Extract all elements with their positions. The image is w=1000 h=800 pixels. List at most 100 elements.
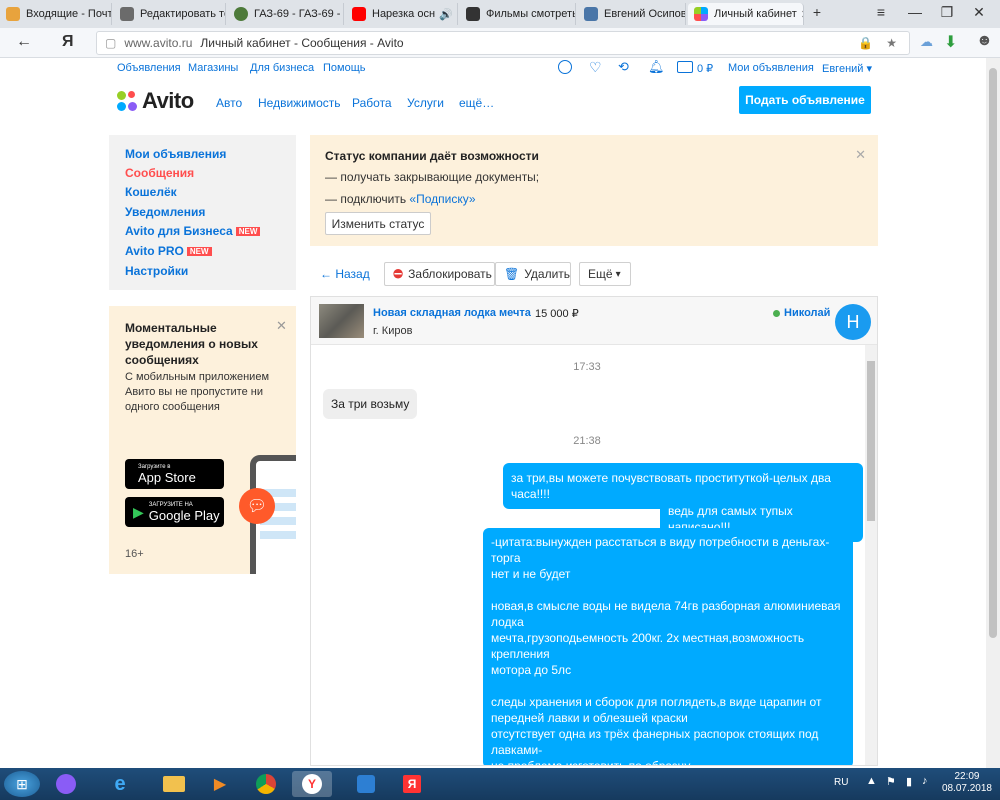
header-nav-services[interactable]: Услуги	[407, 96, 444, 110]
sidebar-item-settings[interactable]: Настройки	[125, 264, 188, 278]
status-title: Статус компании даёт возможности	[325, 149, 539, 163]
ad-title[interactable]: Новая складная лодка мечта	[373, 307, 531, 319]
browser-tab-2[interactable]: Редактировать тем	[114, 3, 226, 25]
nav-link-ads[interactable]: Объявления	[117, 62, 181, 74]
header-nav-realty[interactable]: Недвижимость	[258, 96, 341, 110]
sidebar-item-notifications[interactable]: Уведомления	[125, 205, 205, 219]
avito-logo[interactable]: Avito	[116, 88, 194, 114]
flag-icon[interactable]: ⚑	[886, 775, 896, 788]
profile-icon[interactable]: ☻	[976, 32, 993, 50]
folder-icon[interactable]	[154, 771, 194, 797]
browser-tab-3[interactable]: ГАЗ-69 - ГАЗ-69 -	[228, 3, 344, 25]
ad-header[interactable]: Новая складная лодка мечта 15 000 ₽ г. К…	[311, 297, 877, 345]
promo-description: С мобильным приложением Авито вы не проп…	[125, 371, 270, 413]
windows-icon: ⊞	[16, 775, 28, 792]
nav-link-help[interactable]: Помощь	[323, 62, 366, 74]
header-nav-auto[interactable]: Авто	[216, 96, 242, 110]
volume-icon[interactable]: ♪	[922, 775, 928, 787]
wallet-icon[interactable]	[677, 61, 693, 73]
media-player-icon[interactable]: ▶	[200, 771, 240, 797]
message-list: 17:33 За три возьму 21:38 за три,вы може…	[311, 345, 863, 765]
bookmark-star-icon[interactable]: ★	[886, 36, 897, 50]
yandex-icon[interactable]: Я	[62, 33, 74, 51]
sidebar-item-business[interactable]: Avito для Бизнеса NEW	[125, 224, 261, 238]
yandex-browser-icon[interactable]: Y	[292, 771, 332, 797]
browser-tab-6[interactable]: Евгений Осипов	[578, 3, 686, 25]
message-line: новая,в смысле воды не видела 74гв разбо…	[491, 599, 841, 629]
system-clock[interactable]: 22:09 08.07.2018	[942, 771, 992, 795]
chat-scrollbar[interactable]	[865, 345, 877, 765]
messages-icon[interactable]	[558, 60, 572, 74]
download-icon[interactable]: ⬇	[944, 32, 957, 52]
maximize-icon[interactable]: ❐	[936, 4, 958, 21]
tab-label: Евгений Осипов	[604, 8, 686, 20]
browser-tab-4[interactable]: Нарезка осн 🔊	[346, 3, 458, 25]
new-badge: NEW	[235, 227, 261, 237]
favorites-heart-icon[interactable]: ♡	[589, 59, 602, 76]
hd-icon	[466, 7, 480, 21]
tab-label: Личный кабинет	[714, 8, 797, 20]
nav-link-shops[interactable]: Магазины	[188, 62, 238, 74]
alice-icon[interactable]	[46, 771, 86, 797]
cloud-icon[interactable]: ☁	[920, 34, 933, 50]
lock-icon[interactable]: 🔒	[858, 36, 873, 50]
my-ads-link[interactable]: Мои объявления	[728, 62, 814, 74]
new-tab-icon[interactable]: +	[806, 4, 828, 20]
page-scrollbar[interactable]	[986, 58, 1000, 768]
yandex-app-icon[interactable]: Я	[392, 771, 432, 797]
network-icon[interactable]: ▮	[906, 775, 912, 788]
saved-search-icon[interactable]: ⟲	[618, 59, 629, 75]
scrollbar-thumb[interactable]	[989, 68, 997, 638]
delete-button[interactable]: 🗑︎ Удалить	[495, 262, 571, 286]
wallet-balance[interactable]: 0 ₽	[697, 62, 713, 75]
close-icon[interactable]: ✕	[276, 318, 287, 334]
url-host: www.avito.ru	[124, 36, 193, 50]
ie-icon[interactable]: e	[100, 771, 140, 797]
subscription-link[interactable]: «Подписку»	[409, 192, 475, 206]
nav-link-business[interactable]: Для бизнеса	[250, 62, 314, 74]
header-nav-more[interactable]: ещё…	[459, 96, 494, 110]
page-icon: ▢	[105, 36, 117, 50]
block-button[interactable]: ⛔︎ Заблокировать	[384, 262, 495, 286]
ad-thumbnail[interactable]	[319, 304, 364, 338]
contact-name[interactable]: Николай	[784, 307, 830, 319]
sidebar-item-my-ads[interactable]: Мои объявления	[125, 147, 226, 161]
block-label: Заблокировать	[408, 267, 492, 281]
clock-time: 22:09	[954, 771, 980, 782]
browser-tab-5[interactable]: Фильмы смотреть	[460, 3, 576, 25]
header-nav-jobs[interactable]: Работа	[352, 96, 392, 110]
language-indicator[interactable]: RU	[834, 777, 848, 788]
minimize-icon[interactable]: —	[904, 4, 926, 20]
close-tab-icon[interactable]: ✕	[797, 8, 803, 21]
message-line: передней лавки и облезшей краски	[491, 711, 688, 725]
back-arrow-icon[interactable]: ←	[16, 33, 32, 51]
browser-tab-7[interactable]: Личный кабинет✕	[688, 3, 804, 25]
sidebar-item-messages[interactable]: Сообщения	[125, 166, 194, 180]
user-menu[interactable]: Евгений ▾	[822, 62, 872, 75]
browser-tab-1[interactable]: Входящие - Почта	[0, 3, 112, 25]
avatar[interactable]: Н	[835, 304, 871, 340]
url-field[interactable]: ▢ www.avito.ru Личный кабинет - Сообщени…	[96, 31, 910, 55]
start-button[interactable]: ⊞	[4, 771, 40, 797]
close-icon[interactable]: ✕	[855, 147, 866, 163]
change-status-button[interactable]: Изменить статус	[325, 212, 431, 235]
google-play-button[interactable]: ▶ ЗАГРУЗИТЕ НА Google Play	[125, 497, 224, 527]
menu-icon[interactable]: ≡	[870, 4, 892, 20]
chrome-icon[interactable]	[246, 771, 286, 797]
ad-price: 15 000 ₽	[535, 308, 579, 320]
close-window-icon[interactable]: ✕	[968, 4, 990, 21]
more-button[interactable]: Ещё ▾	[579, 262, 631, 286]
app-icon[interactable]	[346, 771, 386, 797]
scrollbar-thumb[interactable]	[867, 361, 875, 521]
forum-icon	[120, 7, 134, 21]
sidebar-item-pro[interactable]: Avito PRO NEW	[125, 244, 212, 258]
back-link[interactable]: ← Назад	[320, 267, 370, 281]
post-ad-button[interactable]: Подать объявление	[739, 86, 871, 114]
bell-icon[interactable]: 🔔︎	[648, 59, 665, 75]
tray-up-icon[interactable]: ▲	[866, 775, 877, 787]
chat-panel: Новая складная лодка мечта 15 000 ₽ г. К…	[310, 296, 878, 766]
sidebar-item-wallet[interactable]: Кошелёк	[125, 185, 177, 199]
message-line: мечта,грузоподьемность 200кг. 2х местная…	[491, 631, 805, 661]
message-time: 17:33	[573, 361, 601, 373]
app-store-button[interactable]: Загрузите в App Store	[125, 459, 224, 489]
